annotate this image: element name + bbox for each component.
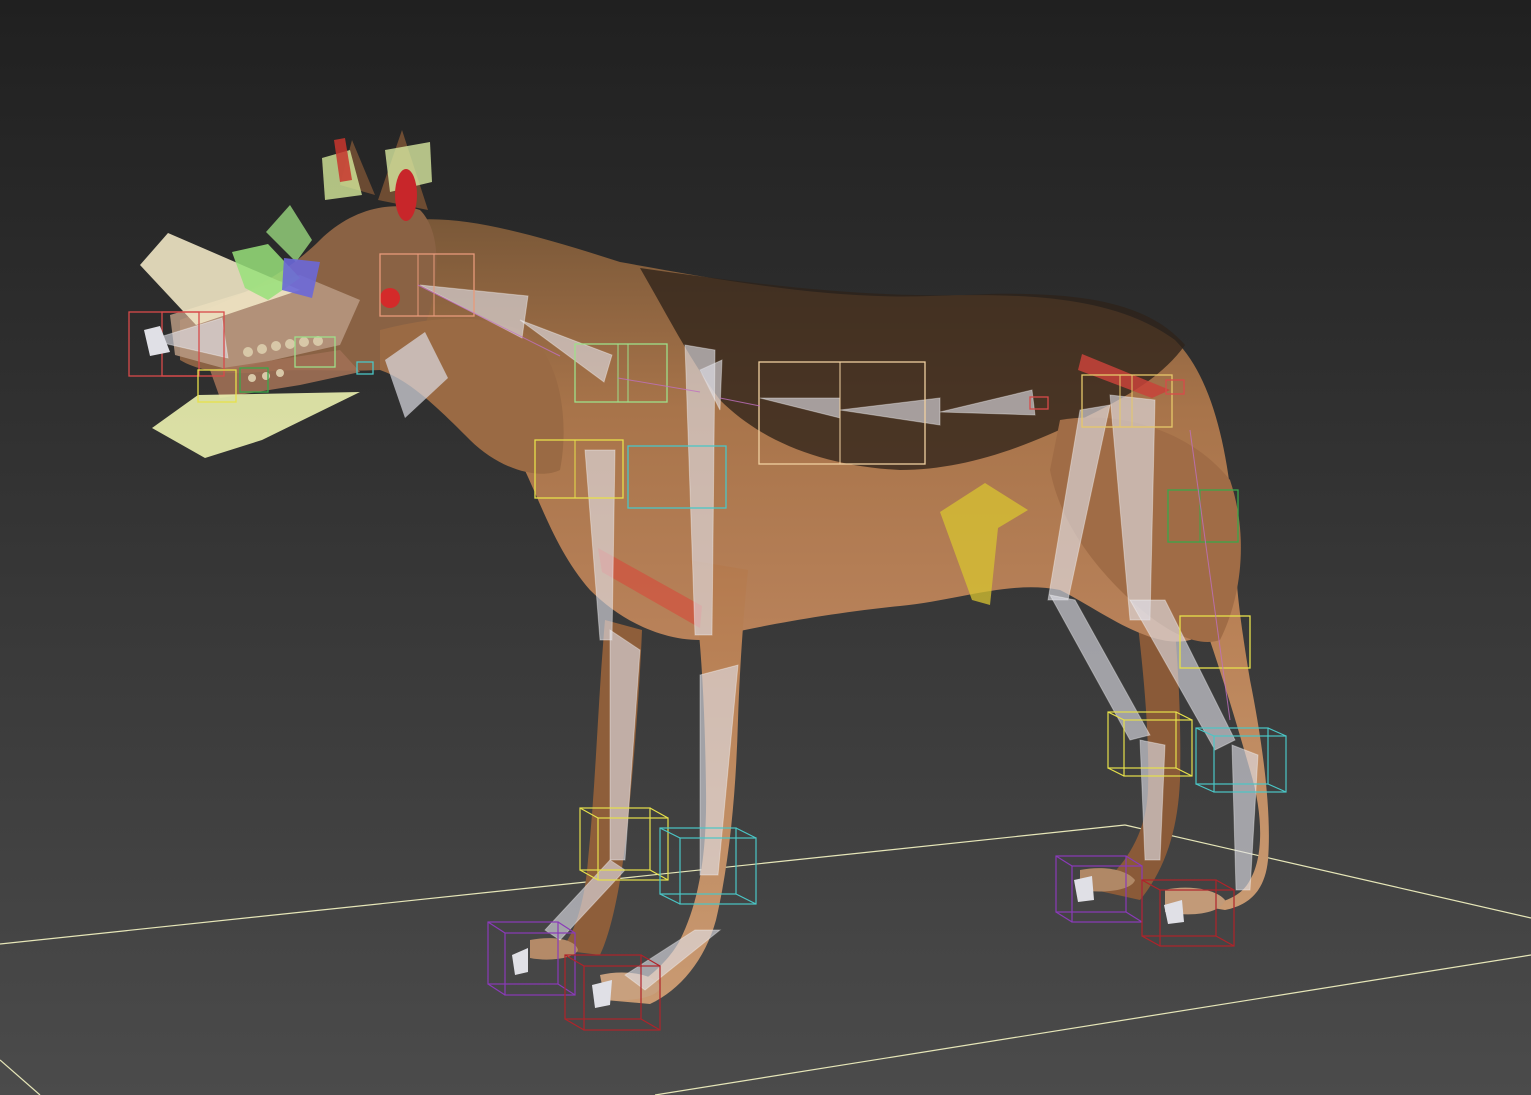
- eye-helper-red[interactable]: [380, 288, 400, 308]
- viewport-scene[interactable]: [0, 0, 1531, 1095]
- bone-hind-lower-far[interactable]: [1139, 739, 1166, 861]
- ear-red-right[interactable]: [395, 169, 417, 221]
- 3d-viewport[interactable]: [0, 0, 1531, 1095]
